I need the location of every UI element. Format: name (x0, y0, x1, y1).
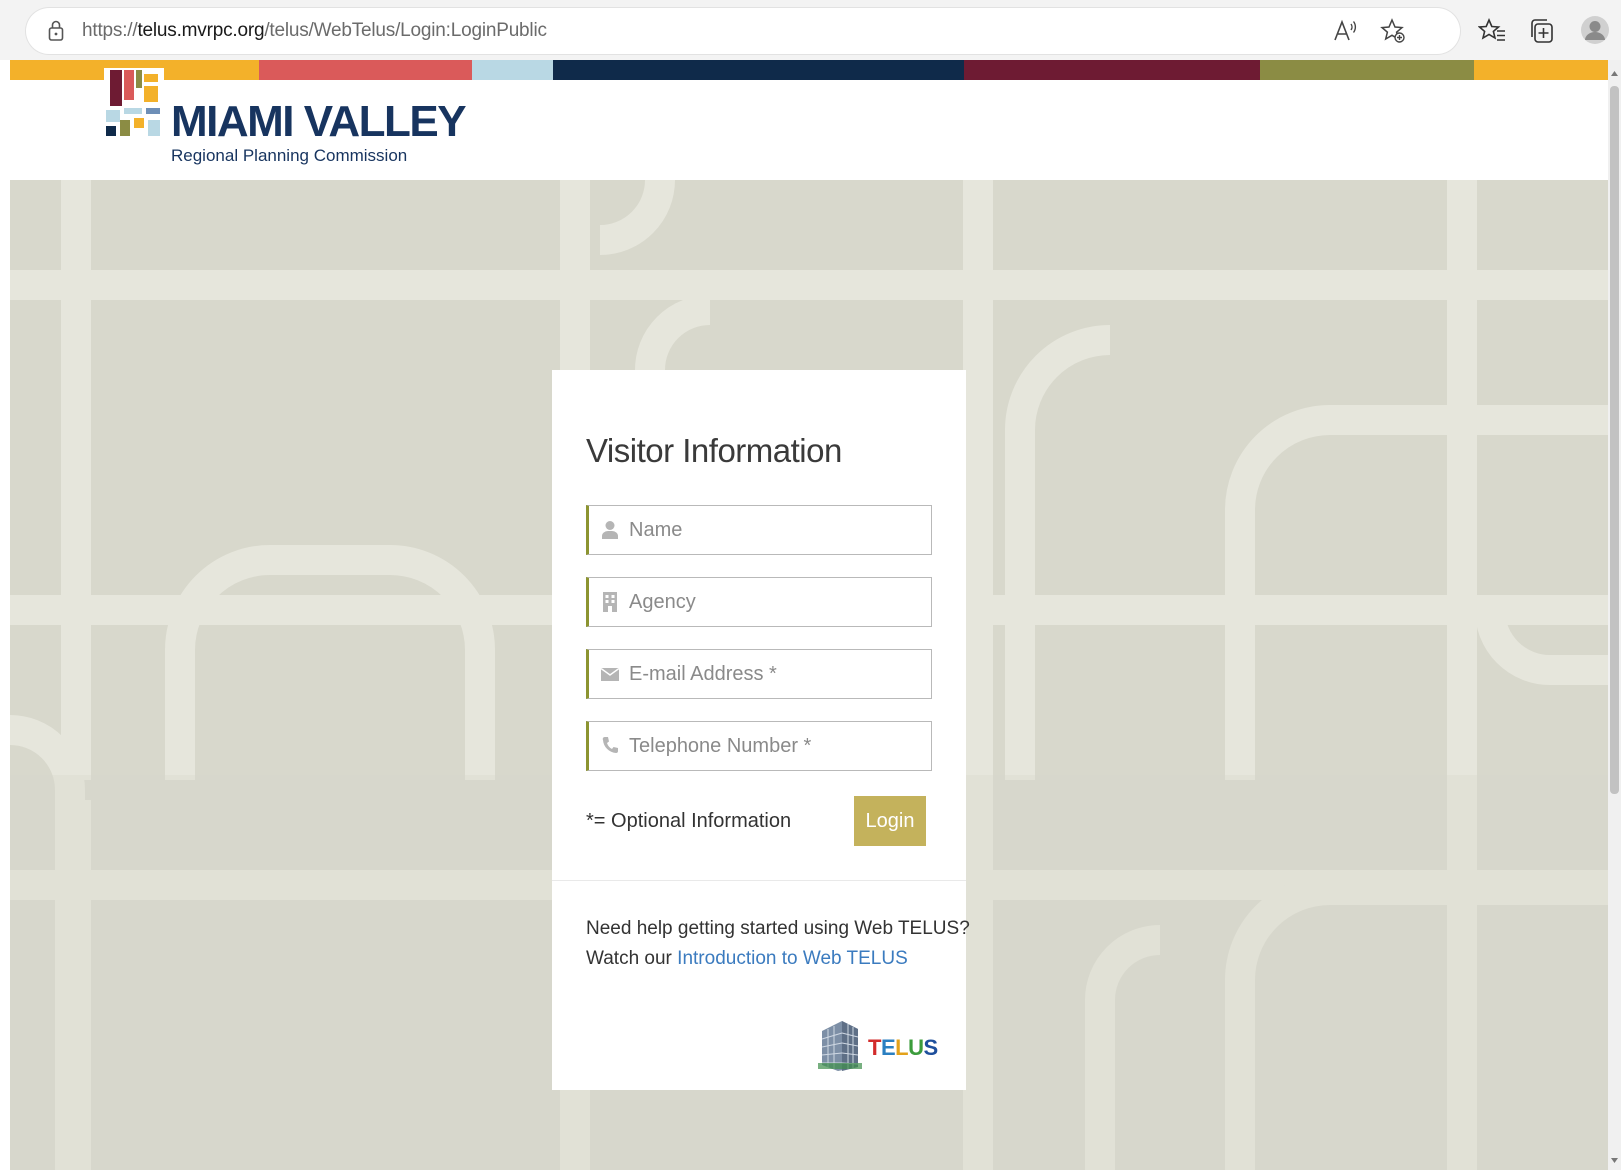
lock-icon[interactable] (48, 20, 64, 42)
color-stripe (10, 60, 1608, 80)
scroll-up-icon[interactable] (1610, 68, 1619, 78)
telus-wordmark: TELUS (868, 1035, 938, 1061)
site-header: MIAMI VALLEY Regional Planning Commissio… (10, 68, 1608, 180)
agency-input[interactable] (629, 578, 925, 626)
telus-letter: E (880, 1035, 896, 1060)
building-icon (603, 592, 617, 612)
intro-web-telus-link[interactable]: Introduction to Web TELUS (677, 948, 908, 969)
optional-info-note: *= Optional Information (586, 810, 792, 832)
login-button[interactable]: Login (854, 796, 926, 846)
read-aloud-icon[interactable] (1332, 18, 1358, 44)
help-text: Need help getting started using Web TELU… (586, 914, 970, 974)
stripe-segment (1474, 60, 1608, 80)
agency-field[interactable] (586, 577, 932, 627)
telephone-input[interactable] (629, 722, 925, 770)
user-icon (602, 521, 618, 539)
envelope-icon (601, 667, 619, 681)
help-line-2: Watch our Introduction to Web TELUS (586, 944, 970, 974)
page-scrollbar[interactable] (1608, 60, 1621, 1170)
mvrpc-logo-icon[interactable] (104, 68, 164, 142)
help-line-1: Need help getting started using Web TELU… (586, 918, 970, 939)
browser-toolbar: https://telus.mvrpc.org/telus/WebTelus/L… (0, 0, 1621, 60)
url-path: /telus/WebTelus/Login:LoginPublic (264, 20, 547, 41)
telus-letter: U (908, 1035, 924, 1060)
telus-letter: S (923, 1035, 938, 1060)
profile-icon[interactable] (1580, 15, 1610, 45)
card-divider (552, 880, 966, 881)
stripe-segment (964, 60, 1260, 80)
address-bar[interactable]: https://telus.mvrpc.org/telus/WebTelus/L… (26, 8, 1460, 54)
collections-icon[interactable] (1528, 17, 1556, 45)
url-text[interactable]: https://telus.mvrpc.org/telus/WebTelus/L… (82, 20, 547, 42)
name-input[interactable] (629, 506, 925, 554)
stripe-segment (259, 60, 472, 80)
phone-icon (602, 736, 618, 753)
telus-letter: T (868, 1035, 881, 1060)
url-host: telus.mvrpc.org (137, 20, 265, 41)
logo-title: MIAMI VALLEY (171, 97, 467, 146)
logo-subtitle: Regional Planning Commission (171, 146, 408, 165)
add-favorite-icon[interactable] (1380, 18, 1406, 44)
favorites-icon[interactable] (1478, 17, 1506, 45)
card-title: Visitor Information (586, 432, 842, 469)
telus-logo: TELUS (818, 1015, 938, 1075)
telus-building-icon (818, 1021, 862, 1071)
stripe-segment (472, 60, 553, 80)
stripe-segment (553, 60, 964, 80)
visitor-login-card: Visitor Information *= Optional Informat… (552, 370, 970, 1090)
stripe-segment (1260, 60, 1474, 80)
scroll-down-icon[interactable] (1610, 1156, 1619, 1166)
scroll-thumb[interactable] (1610, 86, 1619, 794)
telephone-field[interactable] (586, 721, 932, 771)
url-prefix: https:// (82, 20, 138, 41)
help-line-2-prefix: Watch our (586, 948, 678, 969)
email-input[interactable] (629, 650, 925, 698)
telus-letter: L (895, 1035, 909, 1060)
name-field[interactable] (586, 505, 932, 555)
email-field[interactable] (586, 649, 932, 699)
